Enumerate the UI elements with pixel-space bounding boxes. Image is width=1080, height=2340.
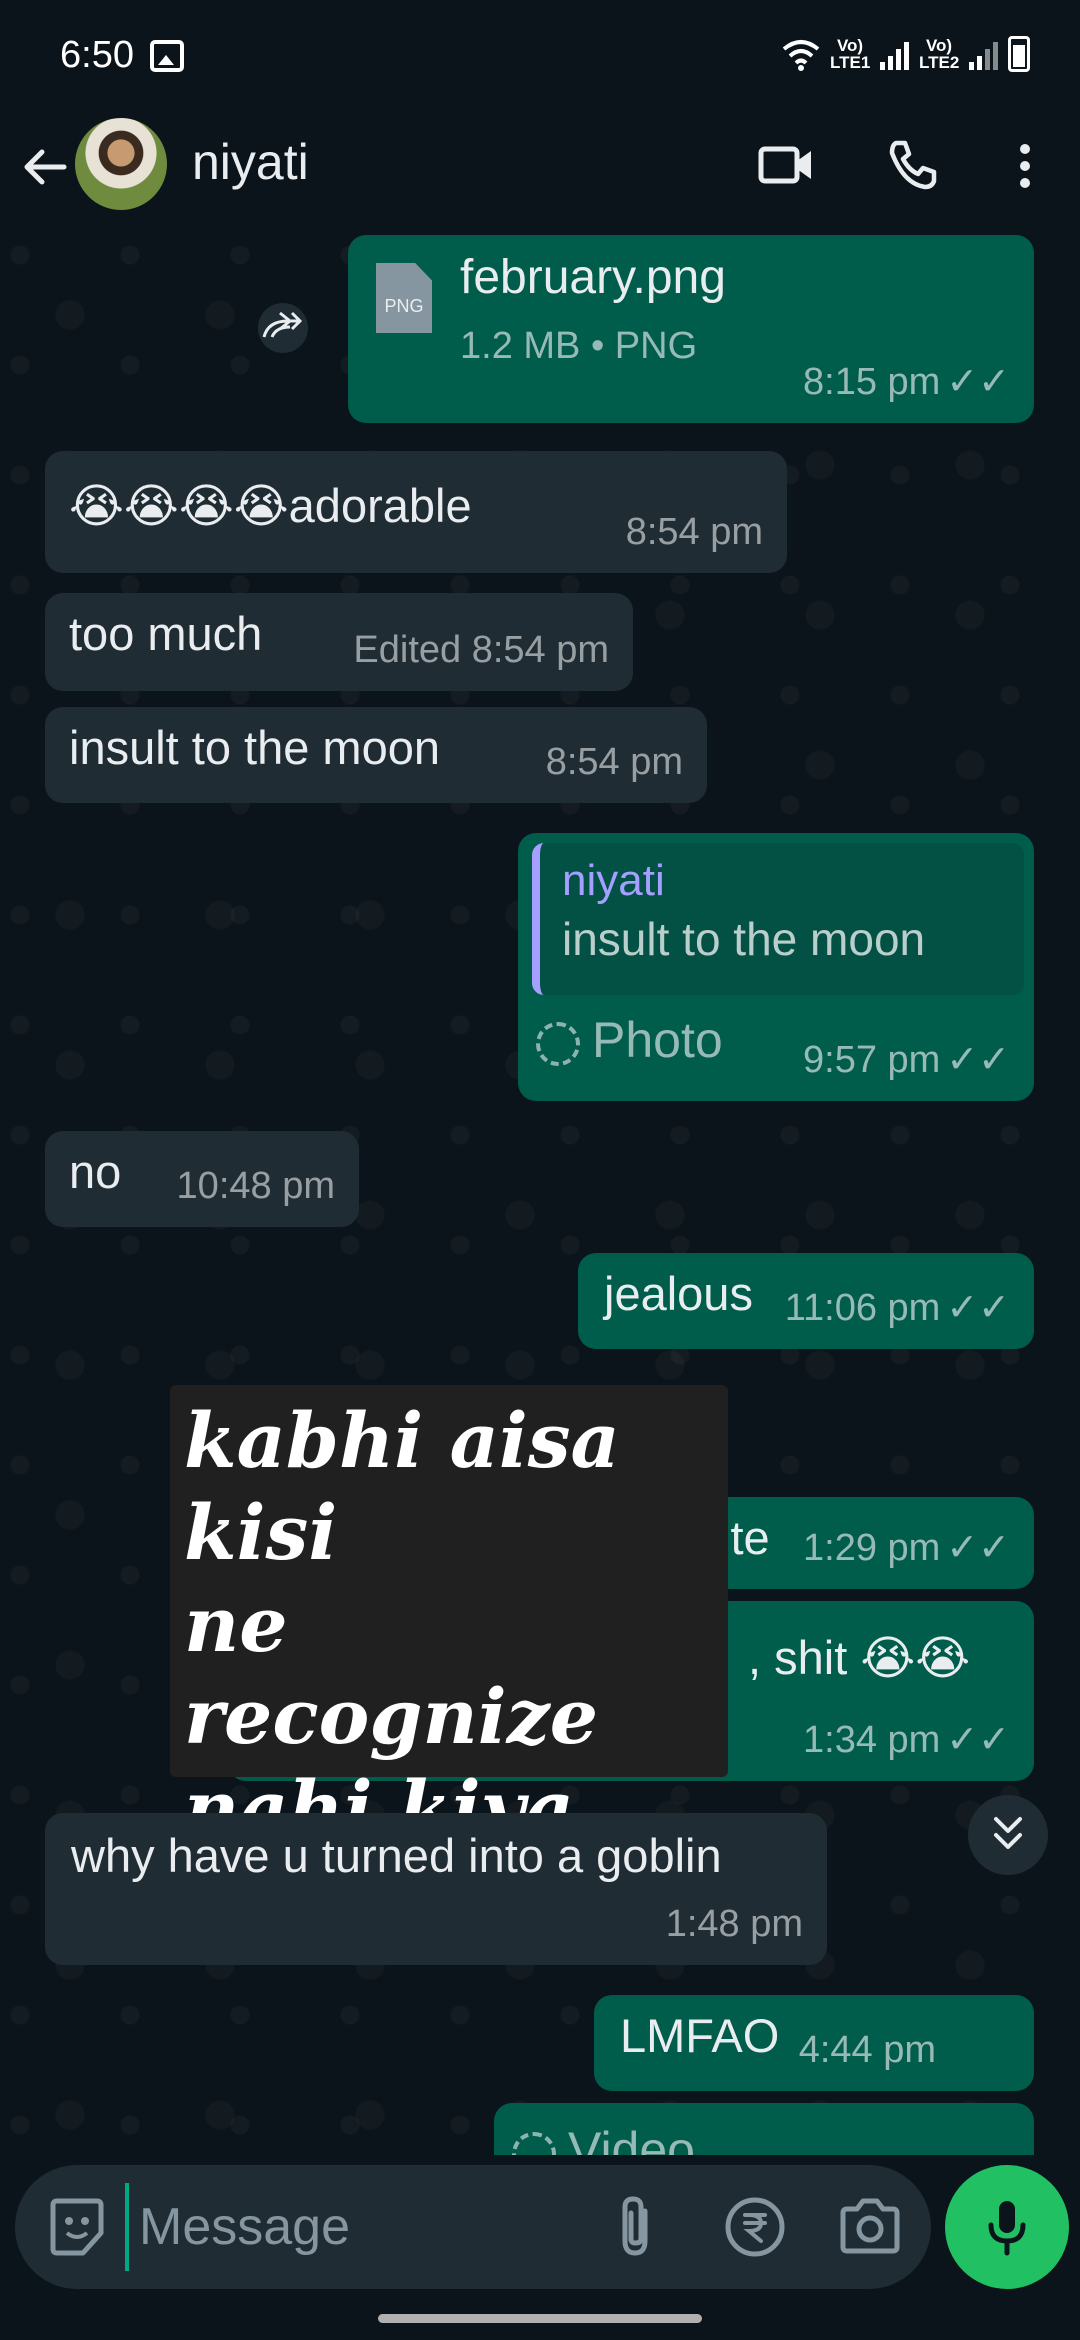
file-attachment[interactable]: PNG february.png 1.2 MB • PNG: [348, 235, 1020, 367]
read-ticks-icon: ✓✓: [946, 1527, 1010, 1569]
photo-label: Photo: [592, 1012, 723, 1068]
message-composer: [15, 2165, 931, 2289]
video-label: Video: [568, 2122, 695, 2155]
attachment-paperclip-icon[interactable]: [605, 2193, 665, 2261]
text-sticker[interactable]: kabhi aisa kisi ne recognize nahi kiya l…: [170, 1385, 728, 1945]
message-text: no: [69, 1145, 122, 1198]
message-time: 9:57 pm ✓✓: [803, 1039, 1010, 1081]
sticker-line: ne recognize: [184, 1580, 599, 1761]
scroll-to-bottom-button[interactable]: [968, 1795, 1048, 1875]
back-arrow-icon[interactable]: [20, 142, 70, 192]
voice-message-button[interactable]: [945, 2165, 1069, 2289]
message-time: 10:48 pm: [176, 1165, 335, 1207]
wifi-icon: [782, 40, 820, 71]
message-time: 8:15 pm ✓✓: [803, 361, 1010, 403]
sim2-label: Vo) LTE2: [919, 36, 960, 72]
message-time: 1:34 pm ✓✓: [803, 1719, 1010, 1761]
chat-message-list[interactable]: PNG february.png 1.2 MB • PNG 8:15 pm ✓✓ …: [0, 235, 1080, 2155]
video-call-icon[interactable]: [758, 143, 814, 187]
signal-sim1-icon: [880, 38, 909, 70]
file-name: february.png: [460, 251, 726, 304]
message-time: 1:29 pm ✓✓: [803, 1527, 1010, 1569]
png-file-icon: PNG: [376, 263, 432, 333]
camera-icon[interactable]: [837, 2197, 903, 2255]
contact-name[interactable]: niyati: [192, 133, 309, 191]
message-text: why have u turned into a goblin: [71, 1829, 722, 1882]
message-incoming[interactable]: too much Edited 8:54 pm: [45, 593, 633, 691]
reply-sender: niyati: [562, 856, 665, 905]
read-ticks-icon: ✓✓: [946, 1287, 1010, 1329]
message-outgoing[interactable]: LMFAO 4:44 pm: [594, 1995, 1034, 2091]
message-time: 11:06 pm ✓✓: [784, 1287, 1010, 1329]
reply-quote[interactable]: niyati insult to the moon: [532, 843, 1024, 995]
message-outgoing-reply[interactable]: niyati insult to the moon Photo 9:57 pm ✓…: [518, 833, 1034, 1101]
message-outgoing[interactable]: jealous 11:06 pm ✓✓: [578, 1253, 1034, 1349]
message-text: insult to the moon: [69, 721, 440, 774]
file-meta: 1.2 MB • PNG: [460, 325, 698, 367]
message-time: Edited 8:54 pm: [353, 629, 609, 671]
status-time: 6:50: [60, 34, 134, 76]
payment-rupee-icon[interactable]: [723, 2195, 787, 2259]
message-outgoing-video[interactable]: Video: [494, 2103, 1034, 2155]
view-once-video[interactable]: Video: [512, 2121, 695, 2155]
gesture-nav-handle[interactable]: [378, 2314, 702, 2323]
view-once-icon: [512, 2131, 556, 2155]
message-incoming[interactable]: insult to the moon 8:54 pm: [45, 707, 707, 803]
message-text: too much: [69, 607, 263, 660]
message-incoming[interactable]: why have u turned into a goblin 1:48 pm: [45, 1813, 827, 1965]
read-ticks-icon: ✓✓: [946, 361, 1010, 403]
view-once-icon: [536, 1021, 580, 1066]
forward-icon[interactable]: [248, 303, 318, 353]
contact-avatar[interactable]: [75, 118, 167, 210]
chat-header: niyati: [0, 115, 1080, 235]
message-text: , shit 😭😭: [748, 1631, 971, 1684]
battery-icon: [1008, 36, 1030, 72]
view-once-photo[interactable]: Photo: [536, 1011, 723, 1069]
message-incoming[interactable]: 😭😭😭😭adorable 8:54 pm: [45, 451, 787, 573]
message-text: LMFAO: [620, 2009, 780, 2062]
message-time: 1:48 pm: [665, 1903, 803, 1945]
message-incoming[interactable]: no 10:48 pm: [45, 1131, 359, 1227]
message-outgoing-file[interactable]: PNG february.png 1.2 MB • PNG 8:15 pm ✓✓: [348, 235, 1034, 423]
sticker-line: kabhi aisa kisi: [184, 1396, 620, 1577]
sticker-emoji-icon[interactable]: [45, 2195, 109, 2259]
microphone-icon: [988, 2201, 1026, 2256]
message-text: jealous: [604, 1267, 753, 1320]
message-input[interactable]: [125, 2183, 585, 2271]
more-options-icon[interactable]: [1005, 141, 1045, 191]
status-indicators: Vo) LTE1 Vo) LTE2: [782, 36, 1030, 72]
signal-sim2-icon: [969, 38, 998, 70]
message-time: 8:54 pm: [545, 741, 683, 783]
read-ticks-icon: ✓✓: [946, 1039, 1010, 1081]
gallery-notification-icon: [150, 40, 184, 72]
reply-text: insult to the moon: [562, 913, 926, 965]
read-ticks-icon: ✓✓: [946, 1719, 1010, 1761]
message-time: 4:44 pm: [798, 2029, 936, 2071]
message-time: 8:54 pm: [625, 511, 763, 553]
message-text: 😭😭😭😭adorable: [69, 479, 472, 532]
double-chevron-down-icon: [994, 1817, 1022, 1849]
voice-call-icon[interactable]: [886, 139, 938, 191]
sim1-label: Vo) LTE1: [830, 36, 871, 72]
status-bar: 6:50 Vo) LTE1 Vo) LTE2: [0, 0, 1080, 115]
